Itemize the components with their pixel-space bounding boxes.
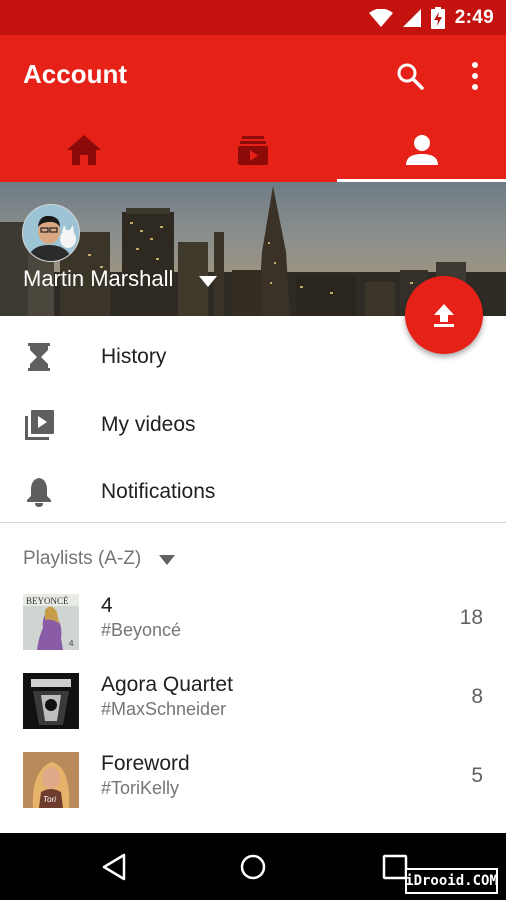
status-icons: 2:49	[368, 0, 494, 35]
playlist-thumbnail: Tori	[23, 752, 79, 808]
playlist-channel: #ToriKelly	[101, 778, 180, 798]
svg-text:Tori: Tori	[43, 795, 56, 804]
tab-subscriptions[interactable]	[169, 117, 338, 182]
account-switcher-dropdown-icon[interactable]	[199, 276, 217, 288]
playlist-video-count: 18	[459, 606, 483, 629]
playlist-title: Agora Quartet	[101, 673, 233, 696]
playlist-video-count: 8	[471, 685, 483, 708]
back-icon[interactable]	[100, 852, 130, 882]
tab-home[interactable]	[0, 117, 169, 182]
page-title: Account	[23, 59, 127, 89]
sort-dropdown-icon[interactable]	[159, 555, 175, 565]
status-time: 2:49	[454, 6, 494, 28]
battery-charging-icon	[430, 6, 445, 29]
avatar[interactable]	[22, 204, 80, 262]
playlist-video-count: 5	[471, 764, 483, 787]
playlist-item[interactable]: BEYONCÉ 4 4 #Beyoncé 18	[0, 594, 506, 672]
playlist-title: Foreword	[101, 752, 190, 775]
more-vert-icon[interactable]	[466, 60, 484, 92]
playlists-sort-header[interactable]: Playlists (A-Z)	[23, 548, 141, 570]
account-icon	[405, 134, 438, 165]
hourglass-icon	[28, 343, 50, 371]
home-circle-icon[interactable]	[238, 852, 268, 882]
wifi-icon	[368, 8, 393, 27]
menu-item-label: My videos	[101, 413, 196, 436]
playlist-channel: #Beyoncé	[101, 620, 182, 640]
album-art-text: BEYONCÉ	[26, 596, 69, 606]
home-icon	[67, 134, 102, 165]
menu-item-history[interactable]: History	[0, 324, 506, 390]
subscriptions-icon	[238, 135, 268, 165]
playlist-item[interactable]: Tori Foreword #ToriKelly 5	[0, 752, 506, 830]
watermark: iDrooid.COM	[405, 868, 498, 894]
app-bar: Account	[0, 35, 506, 182]
playlist-thumbnail: BEYONCÉ 4	[23, 594, 79, 650]
status-bar: 2:49	[0, 0, 506, 35]
bell-icon	[27, 478, 51, 507]
profile-name[interactable]: Martin Marshall	[23, 266, 173, 292]
playlist-channel: #MaxSchneider	[101, 699, 227, 719]
search-icon[interactable]	[396, 62, 424, 90]
menu-item-label: Notifications	[101, 480, 216, 503]
tab-bar	[0, 117, 506, 182]
playlist-item[interactable]: Agora Quartet #MaxSchneider 8	[0, 673, 506, 751]
signal-icon	[402, 8, 421, 27]
menu-item-my-videos[interactable]: My videos	[0, 392, 506, 458]
svg-text:4: 4	[69, 639, 74, 648]
playlist-thumbnail	[23, 673, 79, 729]
menu-item-label: History	[101, 345, 167, 368]
menu-item-notifications[interactable]: Notifications	[0, 459, 506, 525]
playlist-title: 4	[101, 594, 113, 617]
divider	[0, 522, 506, 523]
my-videos-icon	[25, 410, 54, 440]
tab-account[interactable]	[337, 117, 506, 182]
profile-photo	[23, 205, 79, 261]
